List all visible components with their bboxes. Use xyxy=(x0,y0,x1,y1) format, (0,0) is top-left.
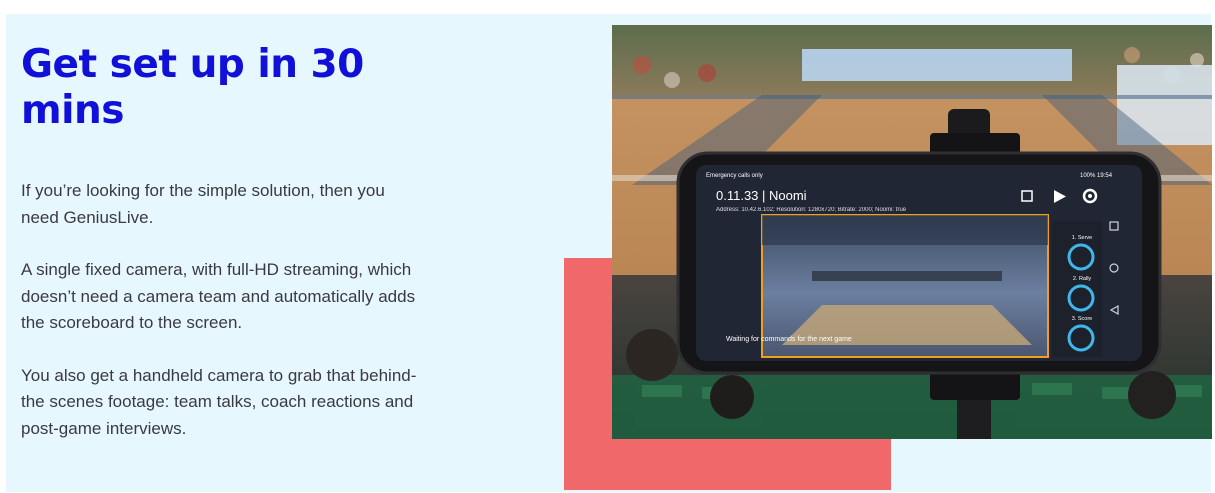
score-label: 3. Score xyxy=(1072,316,1092,322)
paragraph-intro: If you’re looking for the simple solutio… xyxy=(21,181,385,227)
phone-title: 0.11.33 | Noomi xyxy=(716,188,807,203)
phone-camera-photo: Emergency calls only 100% 19:54 0.11.33 … xyxy=(612,25,1212,439)
phone-status-message: Waiting for commands for the next game xyxy=(726,336,852,343)
paragraph-camera: A single fixed camera, with full-HD stre… xyxy=(21,260,416,332)
phone-subtitle: Address: 10.42.6.102; Resolution: 1280x7… xyxy=(716,207,907,213)
status-left: Emergency calls only xyxy=(706,173,763,179)
rally-label: 2. Rally xyxy=(1073,276,1092,282)
text-column: Get set up in 30 mins If you’re looking … xyxy=(21,42,421,442)
headline: Get set up in 30 mins xyxy=(21,42,364,133)
serve-label: 1. Serve xyxy=(1072,235,1092,241)
paragraph-handheld: You also get a handheld camera to grab t… xyxy=(21,365,417,438)
status-right: 100% 19:54 xyxy=(1080,173,1113,179)
photo-illustration: Emergency calls only 100% 19:54 0.11.33 … xyxy=(612,25,1212,439)
